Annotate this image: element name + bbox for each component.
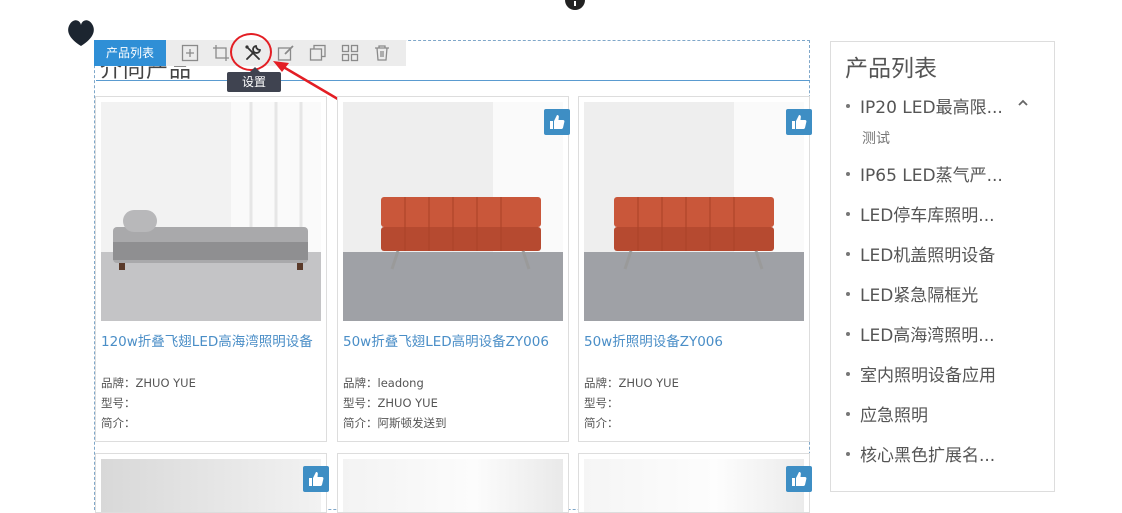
product-image[interactable]	[101, 102, 321, 321]
sidebar-item[interactable]: LED机盖照明设备	[846, 241, 995, 266]
sidebar-item[interactable]: LED停车库照明...	[846, 201, 995, 226]
sidebar-title: 产品列表	[845, 56, 937, 82]
product-card[interactable]: 50w折照明设备ZY006 品牌：ZHUO YUE 型号： 简介：	[578, 96, 810, 442]
heart-shape-icon	[68, 20, 94, 46]
product-brand: 品牌：ZHUO YUE	[101, 376, 196, 390]
chevron-up-icon[interactable]	[1016, 96, 1030, 110]
thumbs-up-icon[interactable]	[786, 109, 812, 135]
product-image[interactable]	[343, 459, 563, 512]
sidebar-item[interactable]: 核心黑色扩展名...	[846, 441, 995, 466]
product-image[interactable]	[584, 102, 804, 321]
product-brand: 品牌：leadong	[343, 376, 424, 390]
module-type-tag[interactable]: 产品列表	[94, 40, 166, 66]
delete-icon[interactable]	[372, 43, 392, 63]
thumbs-up-icon[interactable]	[303, 466, 329, 492]
annotation-circle	[230, 33, 272, 71]
product-model: 型号：ZHUO YUE	[343, 396, 438, 410]
sidebar-item[interactable]: IP20 LED最高限...	[846, 93, 1003, 118]
product-card[interactable]	[578, 453, 810, 513]
thumbs-up-icon[interactable]	[544, 109, 570, 135]
product-title[interactable]: 120w折叠飞翅LED高海湾照明设备	[101, 330, 323, 350]
crop-icon[interactable]	[211, 43, 231, 63]
sidebar-item[interactable]: IP65 LED蒸气严...	[846, 161, 1003, 186]
product-image[interactable]	[101, 459, 321, 512]
sidebar-subitem[interactable]: 测试	[862, 128, 890, 148]
product-card[interactable]: 120w折叠飞翅LED高海湾照明设备 品牌：ZHUO YUE 型号： 简介：	[95, 96, 327, 442]
product-title[interactable]: 50w折照明设备ZY006	[584, 330, 806, 350]
product-brand: 品牌：ZHUO YUE	[584, 376, 679, 390]
product-desc: 简介：	[101, 416, 136, 430]
product-model: 型号：	[584, 396, 619, 410]
sidebar-item[interactable]: LED高海湾照明...	[846, 321, 995, 346]
product-image[interactable]	[584, 459, 804, 512]
info-icon	[565, 0, 585, 10]
product-image[interactable]	[343, 102, 563, 321]
product-model: 型号：	[101, 396, 136, 410]
add-icon[interactable]	[180, 43, 200, 63]
sidebar-item[interactable]: LED紧急隔框光	[846, 281, 978, 306]
thumbs-up-icon[interactable]	[786, 466, 812, 492]
heading-divider	[96, 80, 810, 81]
product-card[interactable]	[337, 453, 569, 513]
product-card[interactable]: 50w折叠飞翅LED高明设备ZY006 品牌：leadong 型号：ZHUO Y…	[337, 96, 569, 442]
sidebar-item[interactable]: 室内照明设备应用	[846, 361, 996, 386]
product-desc: 简介：	[584, 416, 619, 430]
product-desc: 简介：阿斯顿发送到	[343, 416, 447, 430]
sidebar-item[interactable]: 应急照明	[846, 401, 928, 426]
product-card[interactable]	[95, 453, 327, 513]
product-title[interactable]: 50w折叠飞翅LED高明设备ZY006	[343, 330, 565, 350]
